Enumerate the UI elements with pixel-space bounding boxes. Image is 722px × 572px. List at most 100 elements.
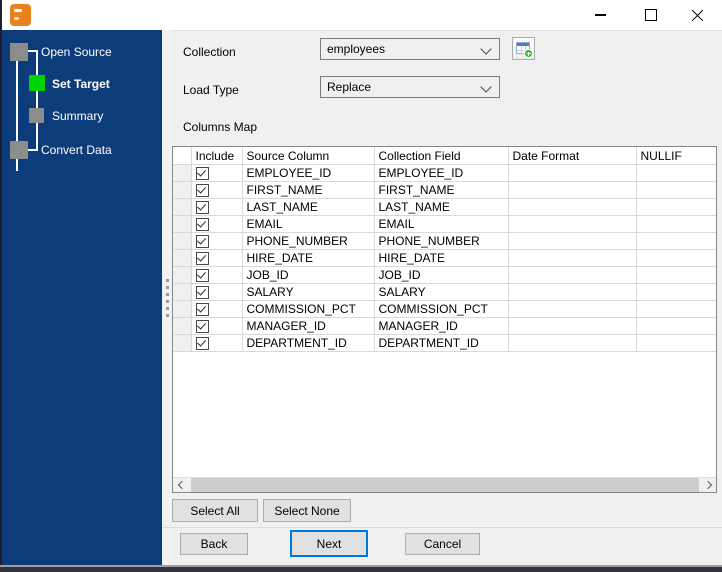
splitter-grip [165, 292, 169, 296]
date-format-cell[interactable] [508, 249, 637, 267]
date-format-cell[interactable] [508, 334, 637, 352]
header-source-column[interactable]: Source Column [242, 147, 375, 165]
include-checkbox[interactable] [195, 268, 209, 282]
collection-field-cell[interactable]: DEPARTMENT_ID [374, 334, 509, 352]
wizard-connector-line [36, 50, 38, 151]
include-cell [191, 164, 243, 182]
scroll-right-button[interactable] [701, 478, 716, 492]
nullif-cell[interactable] [636, 164, 716, 182]
include-checkbox[interactable] [195, 183, 209, 197]
app-icon [10, 4, 31, 26]
row-selector[interactable] [173, 283, 192, 301]
collection-field-cell[interactable]: COMMISSION_PCT [374, 300, 509, 318]
columns-map-grid: Include Source Column Collection Field D… [172, 146, 717, 493]
date-format-cell[interactable] [508, 317, 637, 335]
date-format-cell[interactable] [508, 266, 637, 284]
collection-field-cell[interactable]: LAST_NAME [374, 198, 509, 216]
row-selector[interactable] [173, 266, 192, 284]
date-format-cell[interactable] [508, 164, 637, 182]
back-button[interactable]: Back [180, 533, 248, 555]
load-type-label: Load Type [183, 83, 239, 97]
header-include[interactable]: Include [191, 147, 243, 165]
row-selector[interactable] [173, 164, 192, 182]
row-selector[interactable] [173, 300, 192, 318]
nullif-cell[interactable] [636, 266, 716, 284]
next-button[interactable]: Next [290, 530, 368, 557]
select-all-button[interactable]: Select All [172, 499, 258, 522]
row-selector[interactable] [173, 317, 192, 335]
splitter-handle[interactable] [162, 30, 172, 565]
date-format-cell[interactable] [508, 181, 637, 199]
include-checkbox[interactable] [195, 251, 209, 265]
collection-field-cell[interactable]: FIRST_NAME [374, 181, 509, 199]
collection-field-cell[interactable]: PHONE_NUMBER [374, 232, 509, 250]
scroll-left-button[interactable] [173, 478, 188, 492]
load-type-dropdown[interactable]: Replace [320, 76, 500, 98]
collection-field-cell[interactable]: MANAGER_ID [374, 317, 509, 335]
date-format-cell[interactable] [508, 300, 637, 318]
collection-field-cell[interactable]: EMAIL [374, 215, 509, 233]
collection-field-cell[interactable]: HIRE_DATE [374, 249, 509, 267]
include-checkbox[interactable] [195, 285, 209, 299]
row-selector[interactable] [173, 198, 192, 216]
include-cell [191, 181, 243, 199]
header-date-format[interactable]: Date Format [508, 147, 637, 165]
date-format-cell[interactable] [508, 232, 637, 250]
close-button[interactable] [682, 1, 712, 29]
nullif-cell[interactable] [636, 181, 716, 199]
row-selector[interactable] [173, 232, 192, 250]
row-selector[interactable] [173, 249, 192, 267]
collection-dropdown[interactable]: employees [320, 38, 500, 60]
table-row: MANAGER_ID MANAGER_ID [173, 317, 716, 335]
nullif-cell[interactable] [636, 334, 716, 352]
include-cell [191, 317, 243, 335]
minimize-button[interactable] [585, 1, 615, 29]
window-left-border [0, 0, 2, 572]
date-format-cell[interactable] [508, 215, 637, 233]
include-checkbox[interactable] [195, 234, 209, 248]
close-icon [691, 9, 704, 22]
table-row: LAST_NAME LAST_NAME [173, 198, 716, 216]
nullif-cell[interactable] [636, 215, 716, 233]
include-checkbox[interactable] [195, 217, 209, 231]
include-cell [191, 283, 243, 301]
nullif-cell[interactable] [636, 198, 716, 216]
nullif-cell[interactable] [636, 317, 716, 335]
include-checkbox[interactable] [195, 200, 209, 214]
collection-label: Collection [183, 45, 236, 59]
select-none-button[interactable]: Select None [263, 499, 351, 522]
collection-field-cell[interactable]: JOB_ID [374, 266, 509, 284]
row-selector[interactable] [173, 181, 192, 199]
row-selector[interactable] [173, 215, 192, 233]
add-collection-button[interactable] [512, 37, 535, 60]
sidebar-item-set-target: Set Target [52, 77, 110, 91]
include-checkbox[interactable] [195, 336, 209, 350]
date-format-cell[interactable] [508, 198, 637, 216]
columns-map-label: Columns Map [183, 120, 258, 134]
header-nullif[interactable]: NULLIF [636, 147, 716, 165]
date-format-cell[interactable] [508, 283, 637, 301]
include-cell [191, 232, 243, 250]
include-checkbox[interactable] [195, 166, 209, 180]
include-checkbox[interactable] [195, 319, 209, 333]
row-selector[interactable] [173, 334, 192, 352]
sidebar-item-convert-data: Convert Data [41, 143, 112, 157]
include-checkbox[interactable] [195, 302, 209, 316]
scroll-left-icon [177, 480, 186, 490]
table-row: EMAIL EMAIL [173, 215, 716, 233]
columns-map-table: Include Source Column Collection Field D… [173, 147, 716, 352]
nullif-cell[interactable] [636, 300, 716, 318]
nullif-cell[interactable] [636, 249, 716, 267]
horizontal-scrollbar[interactable] [173, 477, 716, 492]
header-collection-field[interactable]: Collection Field [374, 147, 509, 165]
nullif-cell[interactable] [636, 283, 716, 301]
cancel-button[interactable]: Cancel [405, 533, 480, 555]
table-row: EMPLOYEE_ID EMPLOYEE_ID [173, 164, 716, 182]
source-column-cell: PHONE_NUMBER [242, 232, 375, 250]
collection-field-cell[interactable]: EMPLOYEE_ID [374, 164, 509, 182]
collection-field-cell[interactable]: SALARY [374, 283, 509, 301]
maximize-button[interactable] [636, 1, 666, 29]
step-marker-summary [29, 108, 44, 123]
scrollbar-thumb[interactable] [191, 478, 699, 492]
nullif-cell[interactable] [636, 232, 716, 250]
